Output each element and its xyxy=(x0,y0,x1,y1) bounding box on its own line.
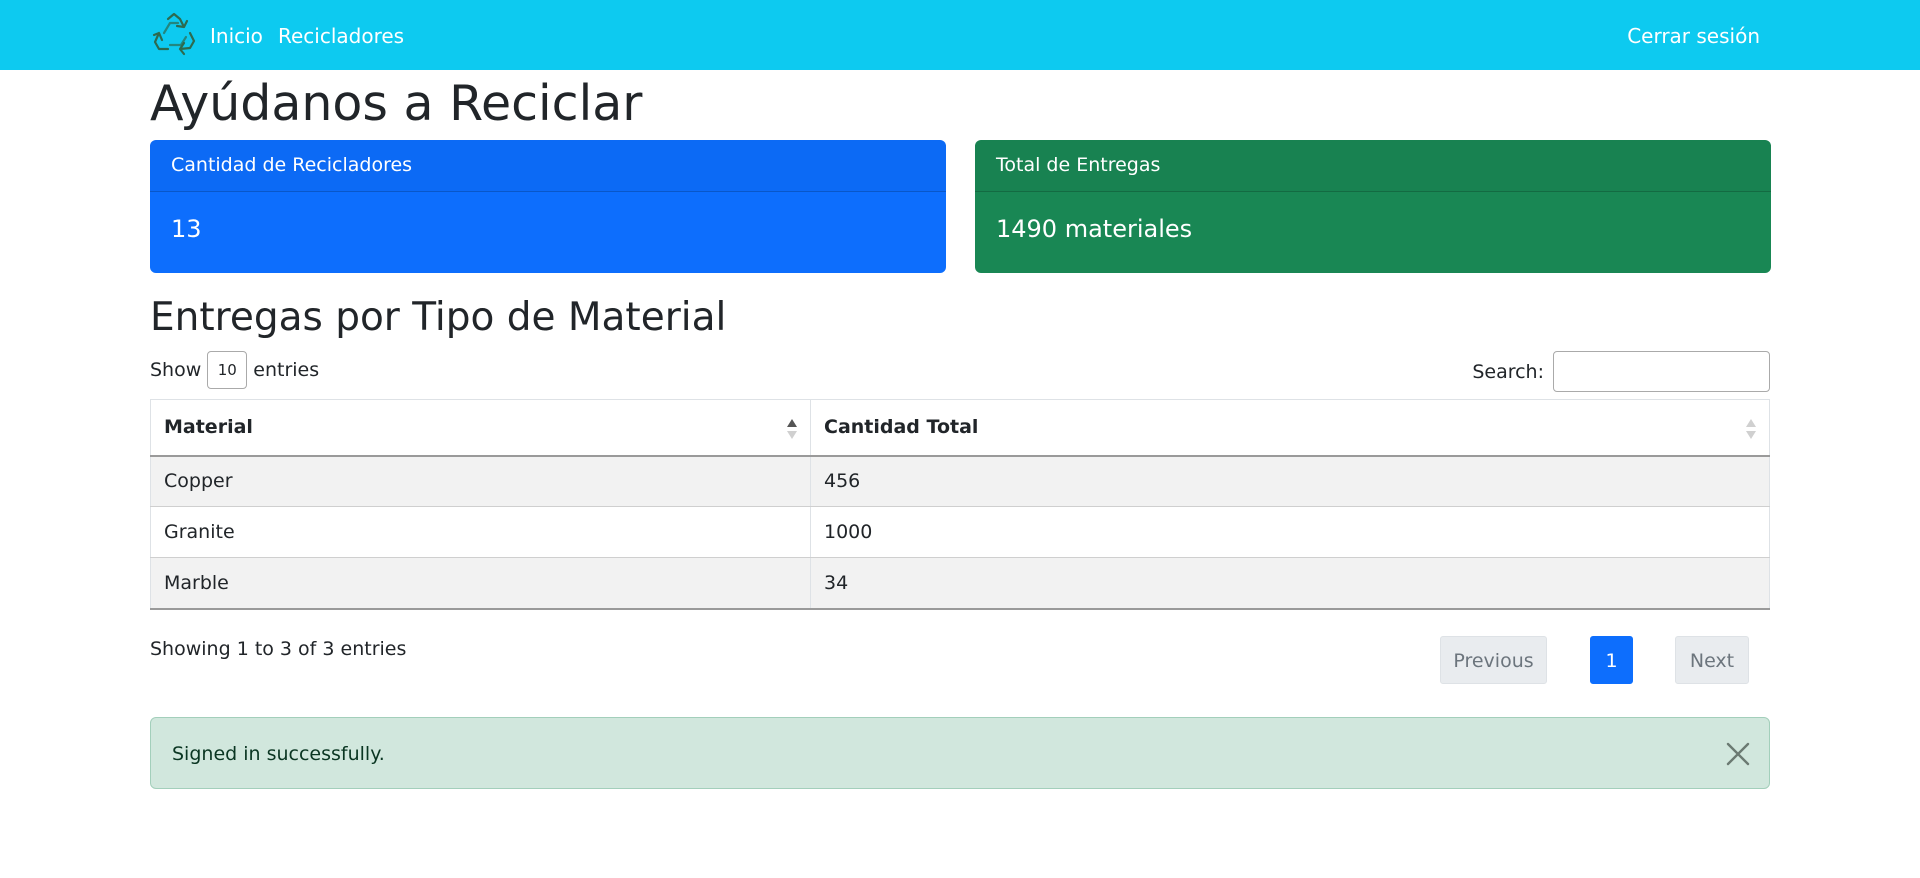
cell-cantidad: 34 xyxy=(810,557,1770,610)
recycle-icon[interactable] xyxy=(150,11,198,59)
page-title: Ayúdanos a Reciclar xyxy=(150,75,643,132)
table-info: Showing 1 to 3 of 3 entries xyxy=(150,638,407,660)
close-icon[interactable] xyxy=(1725,741,1751,767)
column-header-label: Cantidad Total xyxy=(824,416,979,439)
table-header-row: Material Cantidad Total xyxy=(150,399,1770,457)
materials-table: Material Cantidad Total Copper 456 Grani… xyxy=(150,399,1770,610)
total-deliveries-card: Total de Entregas 1490 materiales xyxy=(975,140,1771,273)
sort-both-icon xyxy=(1746,419,1756,439)
cell-cantidad: 1000 xyxy=(810,506,1770,558)
entries-length-select[interactable]: 10 xyxy=(207,351,248,389)
card-header: Total de Entregas xyxy=(975,140,1771,192)
column-header-label: Material xyxy=(164,416,253,439)
table-row: Copper 456 xyxy=(150,455,1770,507)
cell-cantidad: 456 xyxy=(810,455,1770,507)
recyclers-count-card: Cantidad de Recicladores 13 xyxy=(150,140,946,273)
card-value: 1490 materiales xyxy=(996,215,1193,243)
column-header-material[interactable]: Material xyxy=(150,399,811,457)
navbar: Inicio Recicladores Cerrar sesión xyxy=(0,0,1920,70)
nav-link-recicladores[interactable]: Recicladores xyxy=(278,24,404,48)
sort-ascending-icon xyxy=(787,419,797,439)
entries-label: entries xyxy=(253,359,320,381)
section-title: Entregas por Tipo de Material xyxy=(150,295,727,340)
table-row: Granite 1000 xyxy=(150,506,1770,558)
card-value: 13 xyxy=(171,215,202,243)
next-page-button[interactable]: Next xyxy=(1675,636,1749,684)
table-row: Marble 34 xyxy=(150,557,1770,610)
search-control: Search: xyxy=(1472,351,1770,392)
entries-length-control: Show 10 entries xyxy=(150,351,319,389)
cell-material: Granite xyxy=(150,506,811,558)
search-label: Search: xyxy=(1472,360,1544,383)
card-header: Cantidad de Recicladores xyxy=(150,140,946,192)
success-alert: Signed in successfully. xyxy=(150,717,1770,789)
alert-message: Signed in successfully. xyxy=(172,743,385,765)
cell-material: Copper xyxy=(150,455,811,507)
previous-page-button[interactable]: Previous xyxy=(1440,636,1547,684)
page-1-button[interactable]: 1 xyxy=(1590,636,1633,684)
nav-link-inicio[interactable]: Inicio xyxy=(210,24,263,48)
column-header-cantidad-total[interactable]: Cantidad Total xyxy=(810,399,1770,457)
cell-material: Marble xyxy=(150,557,811,610)
show-label: Show xyxy=(150,359,202,381)
search-input[interactable] xyxy=(1553,351,1770,392)
logout-link[interactable]: Cerrar sesión xyxy=(1627,24,1760,48)
